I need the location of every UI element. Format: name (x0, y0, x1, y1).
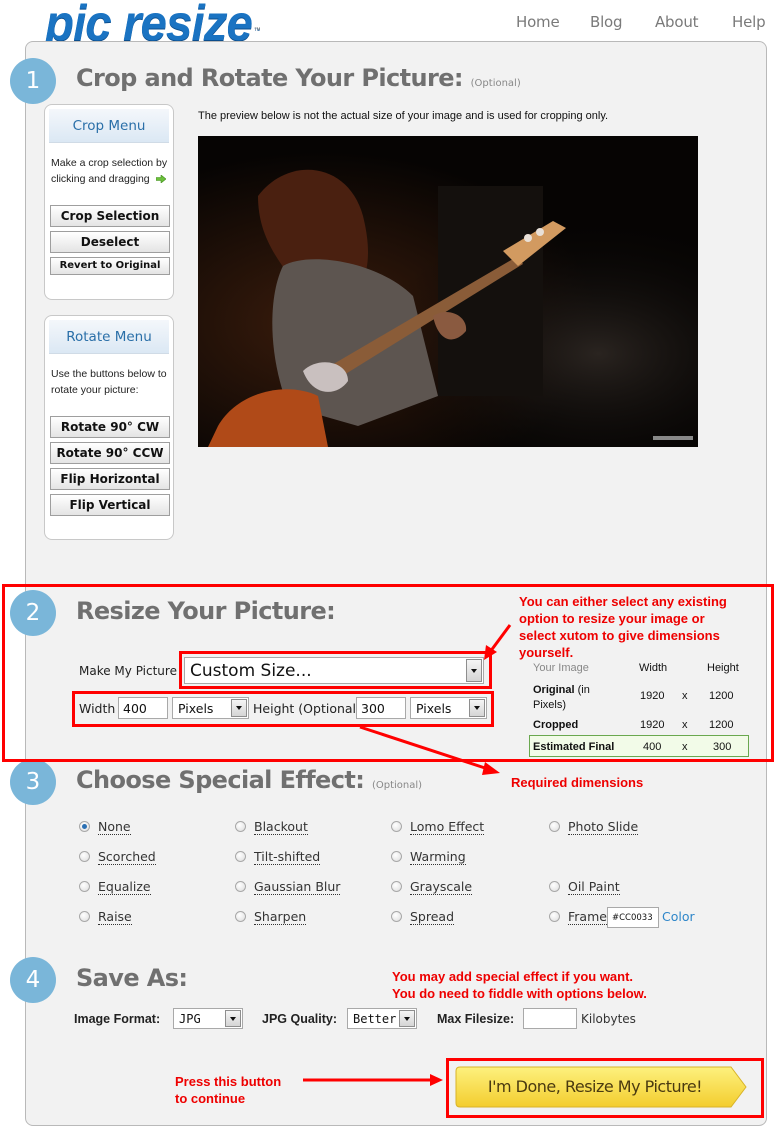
effect-radio[interactable] (235, 851, 246, 862)
effect-label[interactable]: Oil Paint (568, 879, 620, 895)
step-1-title: Crop and Rotate Your Picture: (Optional) (76, 64, 521, 92)
preview-note: The preview below is not the actual size… (198, 110, 609, 122)
image-format-select[interactable]: JPG (173, 1008, 243, 1029)
effect-label[interactable]: Photo Slide (568, 819, 639, 835)
effect-label[interactable]: None (98, 819, 131, 835)
effect-radio[interactable] (235, 821, 246, 832)
effect-label[interactable]: Warming (410, 849, 466, 865)
flip-vertical-button[interactable]: Flip Vertical (50, 494, 170, 516)
nav-about[interactable]: About (655, 13, 699, 31)
rotate-ccw-button[interactable]: Rotate 90° CCW (50, 442, 170, 464)
flip-horizontal-button[interactable]: Flip Horizontal (50, 468, 170, 490)
arrow-right-icon (155, 175, 166, 183)
annotation-press-note: Press this button to continue (175, 1073, 281, 1107)
annotation-resize-note: You can either select any existing optio… (519, 593, 727, 661)
rotate-menu: Rotate Menu Use the buttons below to rot… (44, 315, 174, 540)
effect-radio[interactable] (549, 911, 560, 922)
effect-label[interactable]: Scorched (98, 849, 156, 865)
revert-to-original-button[interactable]: Revert to Original (50, 257, 170, 275)
image-format-label: Image Format: (74, 1012, 161, 1026)
effect-label[interactable]: Equalize (98, 879, 151, 895)
step-1-badge: 1 (10, 58, 56, 104)
step-3-title: Choose Special Effect: (Optional) (76, 766, 422, 794)
rotate-cw-button[interactable]: Rotate 90° CW (50, 416, 170, 438)
effect-radio[interactable] (549, 881, 560, 892)
photo-bass-player (198, 136, 698, 447)
trademark: ™ (253, 27, 261, 34)
effect-label[interactable]: Frame (568, 909, 607, 925)
optional-label: (Optional) (371, 780, 423, 791)
jpg-quality-label: JPG Quality: (262, 1012, 338, 1026)
effect-radio[interactable] (549, 821, 560, 832)
effect-radio[interactable] (235, 911, 246, 922)
effect-label[interactable]: Tilt-shifted (254, 849, 321, 865)
rotate-menu-instructions: Use the buttons below to rotate your pic… (51, 368, 167, 396)
chevron-down-icon[interactable] (399, 1010, 415, 1027)
color-picker-link[interactable]: Color (662, 909, 695, 924)
frame-color-input[interactable]: #CC0033 (607, 907, 659, 928)
effect-radio[interactable] (391, 911, 402, 922)
jpg-quality-value: Better (353, 1011, 397, 1026)
effect-label[interactable]: Sharpen (254, 909, 307, 925)
annotation-line: option to resize your image or (519, 611, 705, 626)
effect-label[interactable]: Grayscale (410, 879, 473, 895)
annotation-line: to continue (175, 1091, 246, 1106)
effect-radio[interactable] (79, 881, 90, 892)
effect-label[interactable]: Spread (410, 909, 455, 925)
crop-menu: Crop Menu Make a crop selection by click… (44, 104, 174, 300)
max-filesize-input[interactable] (523, 1008, 577, 1029)
chevron-down-icon[interactable] (225, 1010, 241, 1027)
step-4-badge: 4 (10, 957, 56, 1003)
annotation-line: yourself. (519, 645, 574, 660)
annotation-line: select xutom to give dimensions (519, 628, 720, 643)
step-4-title: Save As: (76, 964, 188, 992)
effect-radio[interactable] (391, 881, 402, 892)
nav-home[interactable]: Home (516, 13, 560, 31)
crop-menu-instructions-text: Make a crop selection by clicking and dr… (51, 157, 168, 185)
step-3-title-text: Choose Special Effect: (76, 766, 365, 794)
effect-radio[interactable] (79, 851, 90, 862)
annotation-effect-note: You may add special effect if you want. … (392, 968, 647, 1002)
image-format-value: JPG (179, 1011, 201, 1026)
annotation-box-submit (446, 1058, 764, 1118)
effect-radio[interactable] (391, 821, 402, 832)
effect-radio[interactable] (79, 911, 90, 922)
step-3-badge: 3 (10, 759, 56, 805)
annotation-box-size-select (179, 651, 492, 689)
annotation-box-dimensions (72, 691, 494, 727)
crop-selection-button[interactable]: Crop Selection (50, 205, 170, 227)
crop-menu-title: Crop Menu (49, 109, 169, 143)
nav-blog[interactable]: Blog (590, 13, 623, 31)
effect-radio[interactable] (235, 881, 246, 892)
annotation-required-dimensions: Required dimensions (511, 775, 644, 790)
annotation-line: You may add special effect if you want. (392, 969, 634, 984)
crop-preview-image[interactable] (198, 136, 698, 447)
effect-radio[interactable] (391, 851, 402, 862)
max-filesize-label: Max Filesize: (437, 1012, 515, 1026)
annotation-line: You do need to fiddle with options below… (392, 986, 647, 1001)
crop-menu-instructions: Make a crop selection by clicking and dr… (51, 155, 171, 187)
kilobytes-label: Kilobytes (581, 1012, 636, 1026)
step-1-title-text: Crop and Rotate Your Picture: (76, 64, 463, 92)
jpg-quality-select[interactable]: Better (347, 1008, 417, 1029)
effect-label[interactable]: Gaussian Blur (254, 879, 341, 895)
deselect-button[interactable]: Deselect (50, 231, 170, 253)
effect-radio[interactable] (79, 821, 90, 832)
annotation-line: You can either select any existing (519, 594, 727, 609)
rotate-menu-title: Rotate Menu (49, 320, 169, 354)
optional-label: (Optional) (470, 78, 521, 89)
nav-help[interactable]: Help (732, 13, 766, 31)
effect-label[interactable]: Lomo Effect (410, 819, 485, 835)
effect-label[interactable]: Blackout (254, 819, 308, 835)
annotation-line: Press this button (175, 1074, 282, 1089)
effect-label[interactable]: Raise (98, 909, 132, 925)
